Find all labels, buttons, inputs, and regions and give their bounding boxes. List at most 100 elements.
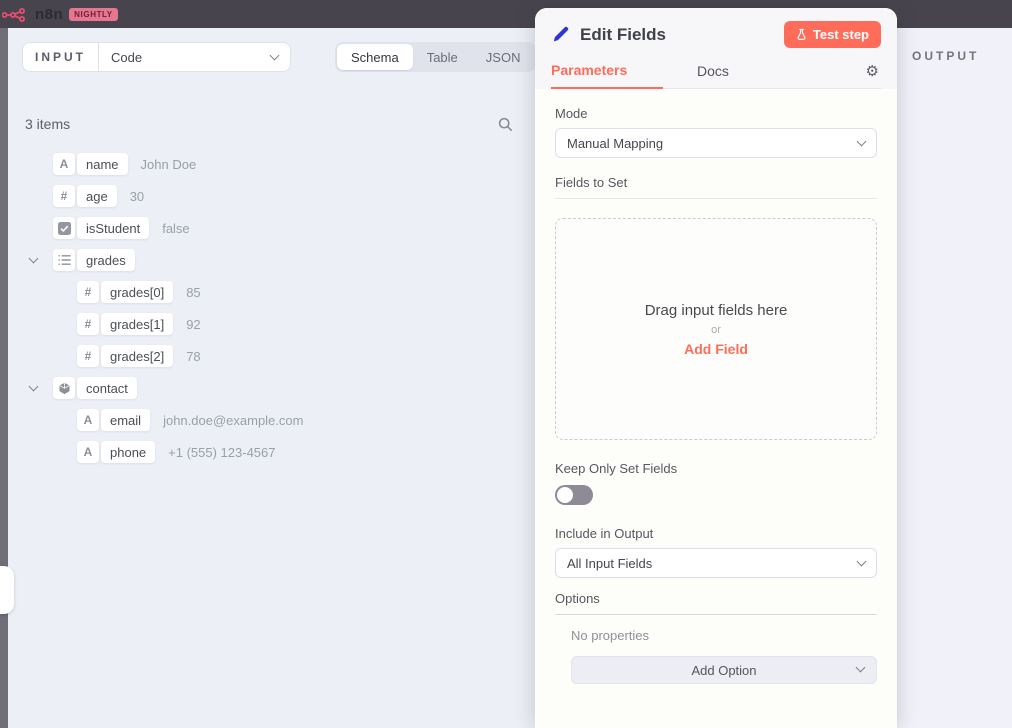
- expand-chevron-icon[interactable]: [30, 386, 53, 390]
- field-pill-contact[interactable]: contact: [53, 377, 137, 399]
- input-panel-label: INPUT: [22, 42, 99, 72]
- dialog-body: Mode Manual Mapping Fields to Set Drag i…: [535, 89, 897, 684]
- field-key: grades[1]: [101, 313, 173, 335]
- tree-row: # age 30: [10, 185, 530, 207]
- items-count: 3 items: [25, 116, 70, 132]
- object-type-icon: [53, 377, 75, 399]
- input-source-select[interactable]: Code: [99, 42, 291, 72]
- n8n-logo[interactable]: n8n NIGHTLY: [0, 6, 118, 23]
- tab-schema[interactable]: Schema: [337, 44, 413, 70]
- string-type-icon: A: [77, 441, 99, 463]
- n8n-logo-icon: [2, 7, 29, 22]
- field-pill-grades[2][interactable]: # grades[2]: [77, 345, 173, 367]
- field-key: grades: [77, 249, 135, 271]
- tab-parameters[interactable]: Parameters: [551, 62, 663, 89]
- expand-chevron-icon[interactable]: [30, 258, 53, 262]
- field-pill-isStudent[interactable]: isStudent: [53, 217, 149, 239]
- or-text: or: [711, 324, 721, 336]
- input-source-value: Code: [111, 50, 142, 65]
- field-value: false: [162, 221, 189, 236]
- mode-label: Mode: [555, 106, 877, 121]
- tree-row: grades: [10, 249, 530, 271]
- array-type-icon: [58, 254, 71, 266]
- keep-only-set-fields-toggle[interactable]: [555, 485, 593, 505]
- search-icon[interactable]: [497, 116, 514, 138]
- field-pill-grades[1][interactable]: # grades[1]: [77, 313, 173, 335]
- field-value: 78: [186, 349, 200, 364]
- field-pill-email[interactable]: Aemail: [77, 409, 150, 431]
- options-label: Options: [555, 591, 877, 606]
- chevron-down-icon: [856, 663, 866, 673]
- number-type-icon: #: [53, 185, 75, 207]
- field-value: 30: [130, 189, 144, 204]
- dialog-tabs: Parameters Docs ⚙: [551, 62, 881, 89]
- keep-only-set-fields-label: Keep Only Set Fields: [555, 461, 877, 476]
- boolean-type-icon: [53, 217, 75, 239]
- field-pill-grades[0][interactable]: # grades[0]: [77, 281, 173, 303]
- string-type-icon: A: [84, 445, 93, 459]
- field-key: grades[0]: [101, 281, 173, 303]
- tree-row: # grades[1] 92: [10, 313, 530, 335]
- number-type-icon: #: [61, 189, 68, 203]
- string-type-icon: A: [77, 409, 99, 431]
- nightly-badge: NIGHTLY: [69, 8, 118, 21]
- string-type-icon: A: [60, 157, 69, 171]
- divider: [555, 198, 877, 199]
- chevron-down-icon: [857, 137, 867, 147]
- dialog-header: Edit Fields Test step Parameters Docs ⚙: [535, 8, 897, 89]
- no-properties-text: No properties: [571, 628, 877, 643]
- tree-row: # grades[2] 78: [10, 345, 530, 367]
- string-type-icon: A: [53, 153, 75, 175]
- field-key: age: [77, 185, 117, 207]
- toggle-knob: [557, 487, 573, 503]
- tree-row: Aemailjohn.doe@example.com: [10, 409, 530, 431]
- field-pill-age[interactable]: # age: [53, 185, 117, 207]
- field-pill-name[interactable]: Aname: [53, 153, 128, 175]
- number-type-icon: #: [77, 345, 99, 367]
- fields-to-set-label: Fields to Set: [555, 175, 877, 190]
- flask-icon: [796, 28, 807, 41]
- logo-text: n8n: [35, 6, 63, 23]
- output-panel: OUTPUT: [898, 28, 1012, 728]
- tree-row: contact: [10, 377, 530, 399]
- number-type-icon: #: [85, 285, 92, 299]
- tree-row: isStudent false: [10, 217, 530, 239]
- field-key: isStudent: [77, 217, 149, 239]
- number-type-icon: #: [77, 313, 99, 335]
- number-type-icon: #: [85, 349, 92, 363]
- mode-select[interactable]: Manual Mapping: [555, 128, 877, 158]
- field-pill-phone[interactable]: Aphone: [77, 441, 155, 463]
- gear-icon[interactable]: ⚙: [866, 62, 879, 80]
- chevron-down-icon: [857, 557, 867, 567]
- boolean-type-icon: [58, 222, 71, 235]
- drag-drop-zone[interactable]: Drag input fields here or Add Field: [555, 218, 877, 440]
- field-value: John Doe: [141, 157, 197, 172]
- include-in-output-select[interactable]: All Input Fields: [555, 548, 877, 578]
- array-type-icon: [53, 249, 75, 271]
- field-value: +1 (555) 123-4567: [168, 445, 275, 460]
- string-type-icon: A: [84, 413, 93, 427]
- test-step-button[interactable]: Test step: [784, 21, 881, 48]
- pencil-icon: [551, 25, 570, 44]
- include-select-value: All Input Fields: [567, 556, 652, 571]
- dialog-title: Edit Fields: [580, 25, 784, 45]
- test-step-label: Test step: [813, 27, 869, 42]
- field-key: contact: [77, 377, 137, 399]
- schema-tree: Aname John Doe # age 30 isStudent false grades #…: [10, 153, 530, 473]
- field-key: grades[2]: [101, 345, 173, 367]
- tab-docs[interactable]: Docs: [695, 63, 731, 88]
- tree-row: Aphone +1 (555) 123-4567: [10, 441, 530, 463]
- tab-table[interactable]: Table: [413, 44, 472, 70]
- add-field-link[interactable]: Add Field: [684, 341, 748, 357]
- add-option-button[interactable]: Add Option: [571, 656, 877, 684]
- drag-hint-text: Drag input fields here: [645, 302, 788, 319]
- sidebar-toggle-handle[interactable]: [0, 566, 14, 614]
- number-type-icon: #: [77, 281, 99, 303]
- field-pill-grades[interactable]: grades: [53, 249, 135, 271]
- number-type-icon: #: [85, 317, 92, 331]
- field-value: 92: [186, 317, 200, 332]
- chevron-down-icon: [270, 51, 280, 61]
- tree-row: Aname John Doe: [10, 153, 530, 175]
- tab-json[interactable]: JSON: [472, 44, 535, 70]
- field-value: 85: [186, 285, 200, 300]
